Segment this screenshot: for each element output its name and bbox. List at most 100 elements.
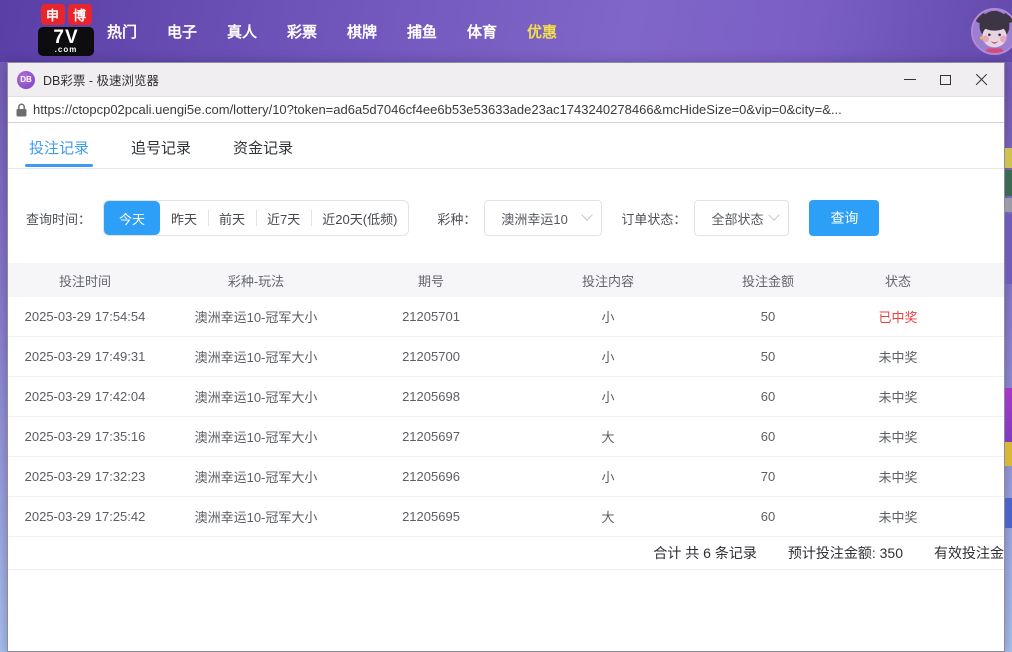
bet-records-table: 投注时间 彩种-玩法 期号 投注内容 投注金额 状态 2025-03-29 17…	[8, 263, 1004, 537]
time-option-today[interactable]: 今天	[104, 201, 161, 235]
background-strip-decoration	[1005, 442, 1012, 466]
logo-brand: 7V .com	[38, 27, 94, 56]
site-nav: 申 博 7V .com 热门 电子 真人 彩票 棋牌 捕鱼 体育 优惠	[0, 0, 1012, 62]
cell-bet-content: 小	[601, 350, 615, 365]
nav-item-slots[interactable]: 电子	[166, 21, 198, 42]
background-strip-decoration	[1005, 148, 1012, 168]
table-row: 2025-03-29 17:32:23 澳洲幸运10-冠军大小 21205696…	[8, 457, 1004, 497]
screen: 申 博 7V .com 热门 电子 真人 彩票 棋牌 捕鱼 体育 优惠 DB D…	[0, 0, 1012, 652]
nav-item-fishing[interactable]: 捕鱼	[406, 21, 438, 42]
header-status: 状态	[884, 273, 911, 289]
time-filter-label: 查询时间：	[26, 211, 92, 227]
cell-bet-amount: 50	[760, 309, 776, 324]
cell-bet-content: 大	[601, 510, 615, 525]
cell-bet-content: 大	[601, 430, 615, 445]
chevron-down-icon	[581, 209, 594, 221]
minimize-button[interactable]	[896, 67, 923, 93]
cell-game-play: 澳洲幸运10-冠军大小	[194, 390, 318, 405]
tab-bet-records[interactable]: 投注记录	[24, 127, 94, 168]
logo-badge-left: 申	[40, 4, 65, 25]
cell-status: 未中奖	[878, 510, 918, 525]
nav-item-promo[interactable]: 优惠	[526, 21, 558, 42]
time-option-7days[interactable]: 近7天	[256, 201, 311, 235]
cell-status: 未中奖	[878, 390, 918, 405]
table-row: 2025-03-29 17:54:54 澳洲幸运10-冠军大小 21205701…	[8, 297, 1004, 337]
cell-game-play: 澳洲幸运10-冠军大小	[194, 310, 318, 325]
cell-bet-time: 2025-03-29 17:42:04	[24, 389, 146, 404]
nav-item-lottery[interactable]: 彩票	[286, 21, 318, 42]
window-title: DB彩票 - 极速浏览器	[43, 74, 159, 88]
user-avatar[interactable]	[971, 8, 1012, 55]
nav-item-live[interactable]: 真人	[226, 21, 258, 42]
header-bet-time: 投注时间	[58, 273, 111, 289]
url-text: https://ctopcp02pcali.uengi5e.com/lotter…	[33, 102, 842, 117]
cell-issue: 21205700	[402, 349, 460, 364]
window-titlebar[interactable]: DB DB彩票 - 极速浏览器	[8, 63, 1004, 97]
tab-fund-records[interactable]: 资金记录	[233, 127, 293, 168]
cell-status: 未中奖	[878, 350, 918, 365]
cell-bet-content: 小	[601, 470, 615, 485]
cell-status: 已中奖	[878, 310, 918, 325]
site-logo[interactable]: 申 博 7V .com	[38, 4, 94, 56]
lottery-select[interactable]: 澳洲幸运10	[484, 200, 603, 236]
table-row: 2025-03-29 17:42:04 澳洲幸运10-冠军大小 21205698…	[8, 377, 1004, 417]
lottery-filter-label: 彩种：	[437, 211, 477, 227]
cell-game-play: 澳洲幸运10-冠军大小	[194, 510, 318, 525]
status-filter-label: 订单状态：	[621, 211, 687, 227]
order-status-select[interactable]: 全部状态	[694, 200, 790, 236]
logo-badges: 申 博	[38, 4, 94, 25]
background-strip-decoration	[1005, 214, 1012, 284]
maximize-button[interactable]	[932, 67, 959, 93]
cell-game-play: 澳洲幸运10-冠军大小	[194, 350, 318, 365]
window-controls	[896, 67, 995, 93]
cell-issue: 21205697	[402, 429, 460, 444]
cell-issue: 21205698	[402, 389, 460, 404]
cell-bet-amount: 60	[760, 389, 776, 404]
header-game-play: 彩种-玩法	[227, 273, 285, 289]
background-strip-decoration	[1005, 170, 1012, 196]
table-row: 2025-03-29 17:25:42 澳洲幸运10-冠军大小 21205695…	[8, 497, 1004, 537]
summary-total-records: 合计 共 6 条记录	[653, 545, 757, 561]
header-issue: 期号	[417, 273, 444, 289]
browser-window: DB DB彩票 - 极速浏览器 https://ctopcp02pcali.ue…	[7, 62, 1005, 652]
maximize-icon	[940, 74, 951, 85]
background-strip-decoration	[1005, 198, 1012, 212]
cell-bet-time: 2025-03-29 17:54:54	[24, 309, 146, 324]
cell-bet-time: 2025-03-29 17:35:16	[24, 429, 146, 444]
time-option-20days[interactable]: 近20天(低频)	[311, 201, 408, 235]
chevron-down-icon	[768, 209, 781, 221]
nav-item-hot[interactable]: 热门	[106, 21, 138, 42]
close-button[interactable]	[968, 67, 995, 93]
cell-bet-content: 小	[601, 310, 615, 325]
browser-favicon-icon: DB	[17, 70, 35, 89]
summary-valid-amount: 有效投注金	[934, 545, 1004, 561]
cell-bet-time: 2025-03-29 17:32:23	[24, 469, 146, 484]
lock-icon	[16, 103, 27, 116]
time-option-daybefore[interactable]: 前天	[208, 201, 256, 235]
tab-chase-records[interactable]: 追号记录	[131, 127, 191, 168]
cell-issue: 21205696	[402, 469, 460, 484]
url-bar[interactable]: https://ctopcp02pcali.uengi5e.com/lotter…	[8, 97, 1004, 123]
nav-item-sports[interactable]: 体育	[466, 21, 498, 42]
cell-bet-time: 2025-03-29 17:25:42	[24, 509, 146, 524]
minimize-icon	[903, 79, 916, 80]
background-strip-decoration	[1005, 498, 1012, 528]
time-filter-group: 今天 昨天 前天 近7天 近20天(低频)	[103, 200, 410, 236]
cell-bet-amount: 60	[760, 509, 776, 524]
cell-game-play: 澳洲幸运10-冠军大小	[194, 470, 318, 485]
search-button[interactable]: 查询	[809, 200, 880, 236]
filter-bar: 查询时间： 今天 昨天 前天 近7天 近20天(低频) 彩种： 澳洲幸运10 订…	[8, 200, 1004, 236]
time-option-yesterday[interactable]: 昨天	[160, 201, 208, 235]
cell-status: 未中奖	[878, 430, 918, 445]
table-row: 2025-03-29 17:35:16 澳洲幸运10-冠军大小 21205697…	[8, 417, 1004, 457]
record-tabs: 投注记录 追号记录 资金记录	[8, 127, 1004, 169]
nav-item-chess[interactable]: 棋牌	[346, 21, 378, 42]
cell-issue: 21205695	[402, 509, 460, 524]
summary-bar: 合计 共 6 条记录 预计投注金额: 350 有效投注金	[8, 537, 1004, 570]
cell-status: 未中奖	[878, 470, 918, 485]
logo-badge-right: 博	[67, 4, 92, 25]
page-content: 投注记录 追号记录 资金记录 查询时间： 今天 昨天 前天 近7天 近20天(低…	[8, 123, 1004, 651]
cell-game-play: 澳洲幸运10-冠军大小	[194, 430, 318, 445]
table-header-row: 投注时间 彩种-玩法 期号 投注内容 投注金额 状态	[8, 263, 1004, 297]
cell-bet-amount: 60	[760, 429, 776, 444]
